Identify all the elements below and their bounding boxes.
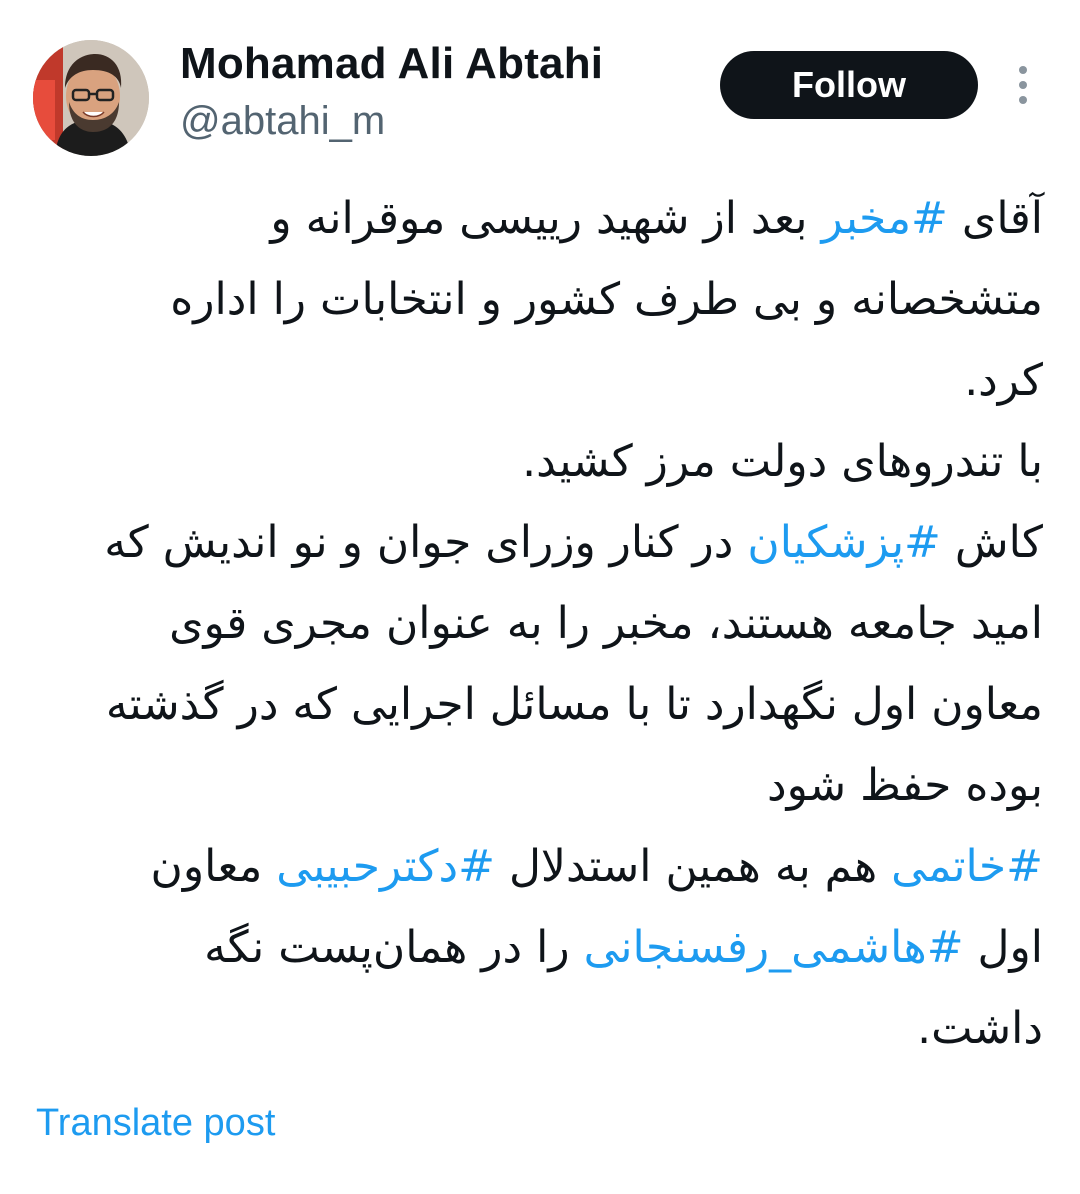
more-dot [1019, 81, 1027, 89]
post-text-segment: بعد از شهید رییسی موقرانه و [270, 193, 822, 244]
post-header: Mohamad Ali Abtahi @abtahi_m Follow [0, 0, 1080, 170]
avatar[interactable] [33, 40, 149, 156]
more-dot [1019, 66, 1027, 74]
post-text-segment: را در همان‌پست نگه [204, 922, 584, 973]
post-text-line: معاون اول نگهدارد تا با مسائل اجرایی که … [33, 664, 1043, 745]
post-text-line: #خاتمی هم به همین استدلال #دکترحبیبی معا… [33, 826, 1043, 907]
more-vertical-icon[interactable] [1004, 60, 1040, 110]
post-text-line: بوده حفظ شود [33, 745, 1043, 826]
post-text-segment: در کنار وزرای جوان و نو اندیش که [104, 517, 748, 568]
post-text-segment: کرد. [964, 355, 1043, 406]
post-text-line: متشخصانه و بی طرف کشور و انتخابات را ادا… [33, 259, 1043, 340]
hashtag-link[interactable]: #پزشکیان [747, 517, 941, 568]
post-text-segment: آقای [947, 193, 1043, 244]
post-text-segment: با تندروهای دولت مرز کشید. [522, 436, 1043, 487]
post-text-line: کاش #پزشکیان در کنار وزرای جوان و نو اند… [33, 502, 1043, 583]
author-handle[interactable]: @abtahi_m [180, 96, 385, 146]
follow-button[interactable]: Follow [720, 51, 978, 119]
post-text: آقای #مخبر بعد از شهید رییسی موقرانه و مت… [33, 178, 1043, 1069]
post-text-segment: داشت. [917, 1003, 1043, 1054]
author-display-name[interactable]: Mohamad Ali Abtahi [180, 36, 603, 92]
hashtag-link[interactable]: #هاشمی_رفسنجانی [584, 922, 964, 973]
post-text-line: آقای #مخبر بعد از شهید رییسی موقرانه و [33, 178, 1043, 259]
more-dot [1019, 96, 1027, 104]
avatar-image [33, 40, 149, 156]
post-text-segment: امید جامعه هستند، مخبر را به عنوان مجری … [169, 598, 1043, 649]
post-text-line: با تندروهای دولت مرز کشید. [33, 421, 1043, 502]
translate-post-link[interactable]: Translate post [36, 1098, 275, 1148]
post-text-segment: متشخصانه و بی طرف کشور و انتخابات را ادا… [170, 274, 1043, 325]
post-text-line: داشت. [33, 988, 1043, 1069]
post-text-line: اول #هاشمی_رفسنجانی را در همان‌پست نگه [33, 907, 1043, 988]
post-text-line: کرد. [33, 340, 1043, 421]
post-text-segment: معاون [150, 841, 277, 892]
hashtag-link[interactable]: #مخبر [822, 193, 948, 244]
hashtag-link[interactable]: #خاتمی [891, 841, 1043, 892]
post-text-line: امید جامعه هستند، مخبر را به عنوان مجری … [33, 583, 1043, 664]
post-text-segment: هم به همین استدلال [494, 841, 892, 892]
post-text-segment: بوده حفظ شود [766, 760, 1043, 811]
post-text-segment: اول [963, 922, 1043, 973]
post-text-segment: کاش [940, 517, 1043, 568]
hashtag-link[interactable]: #دکترحبیبی [276, 841, 495, 892]
post-text-segment: معاون اول نگهدارد تا با مسائل اجرایی که … [105, 679, 1043, 730]
